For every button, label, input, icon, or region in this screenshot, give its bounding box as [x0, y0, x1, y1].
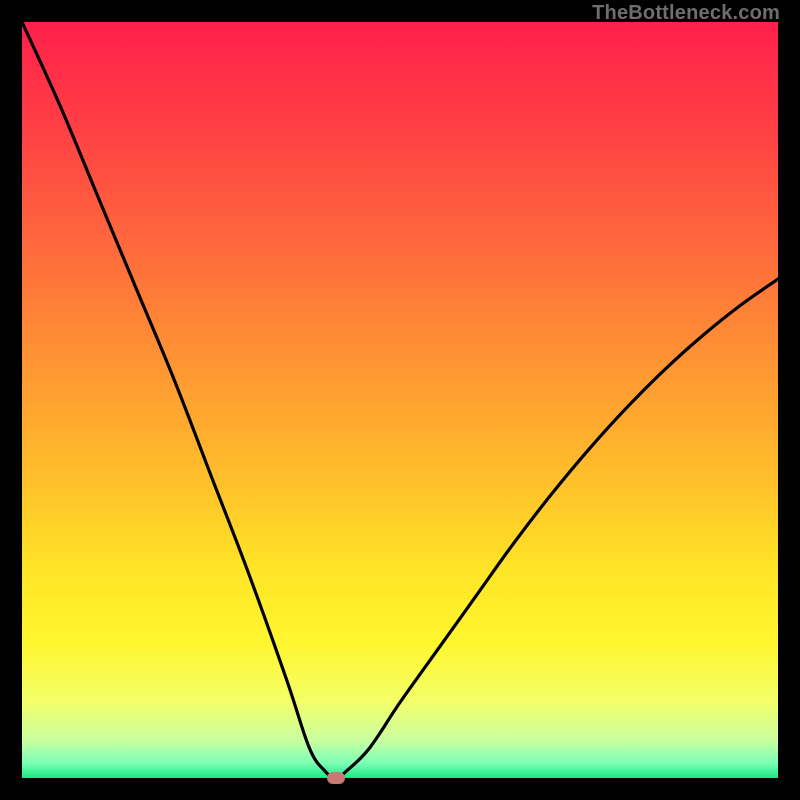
plot-area — [22, 22, 778, 778]
chart-container: TheBottleneck.com — [0, 0, 800, 800]
optimal-point-marker — [327, 772, 345, 784]
bottleneck-curve — [22, 22, 778, 778]
